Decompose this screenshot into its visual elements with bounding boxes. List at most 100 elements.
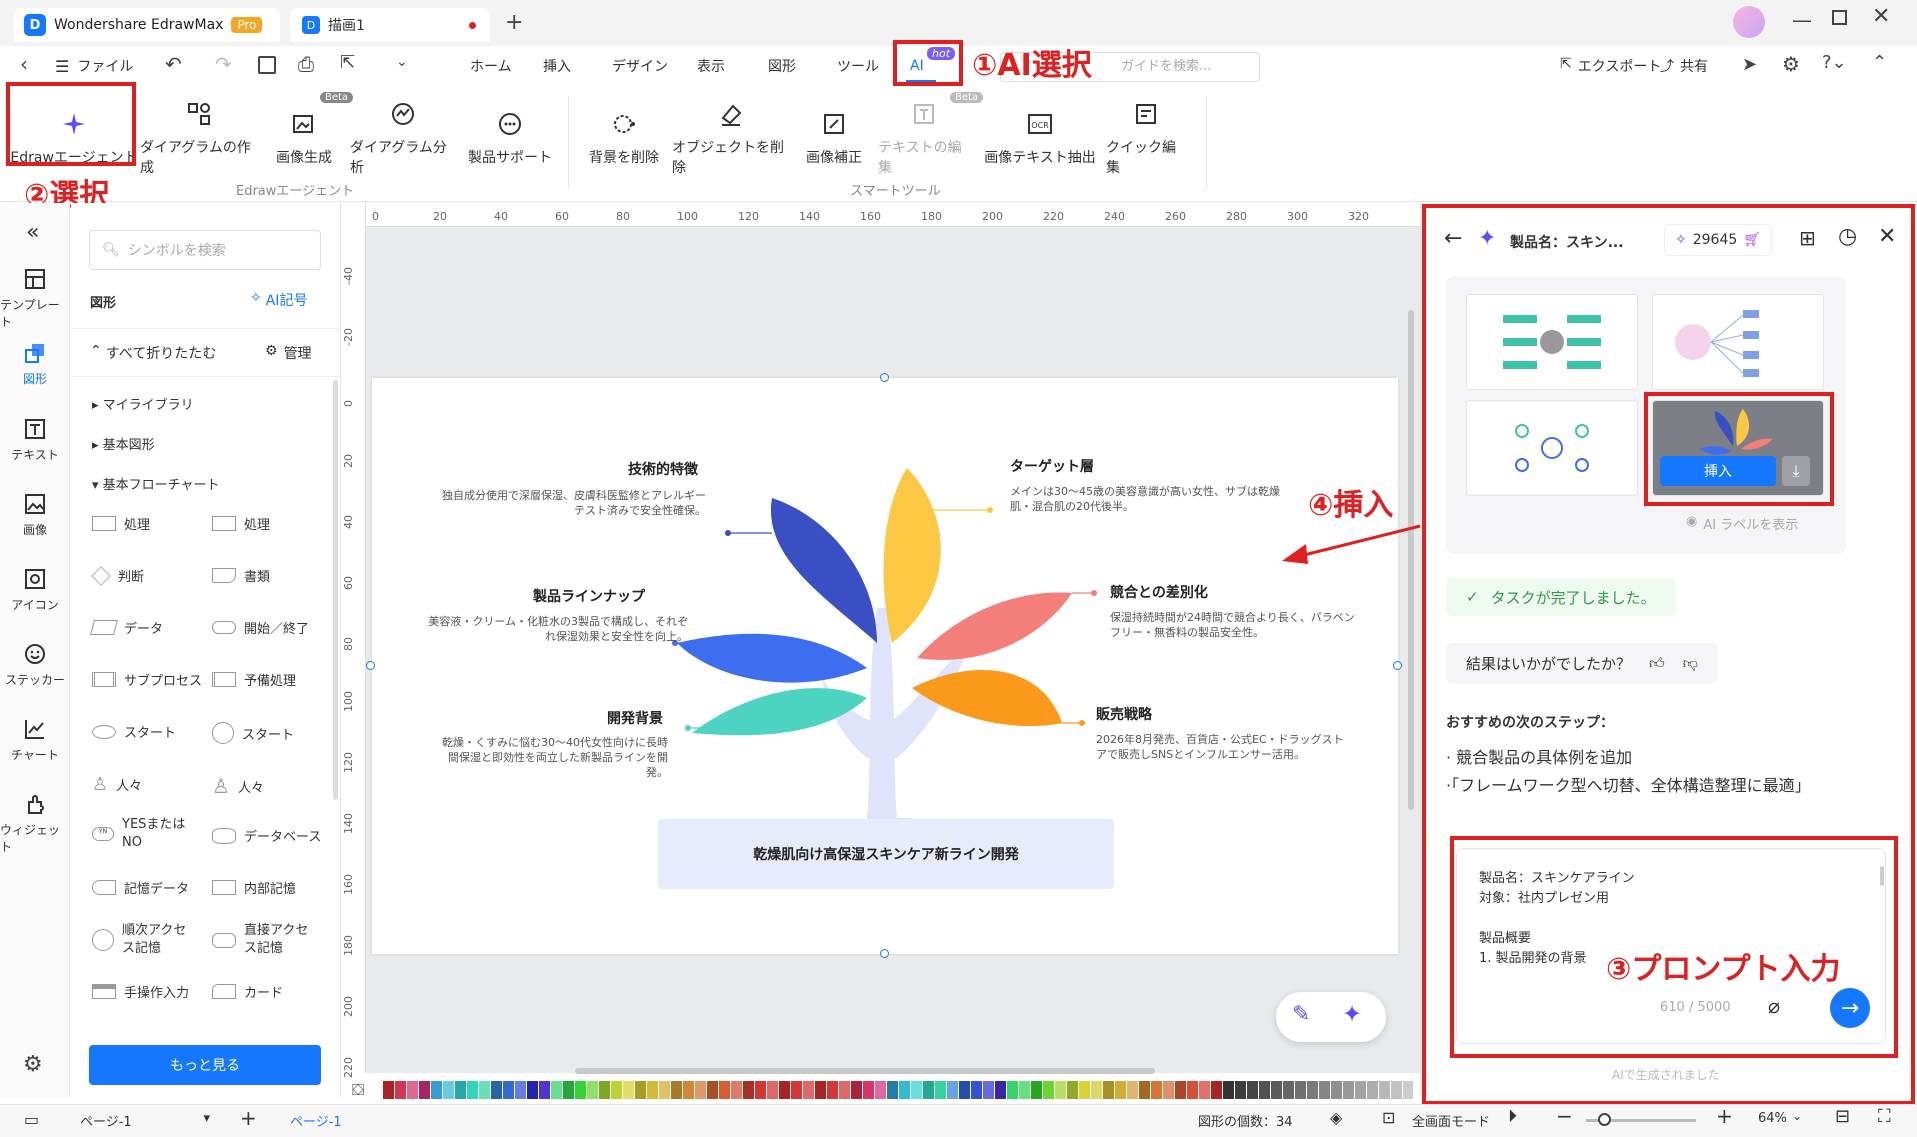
more-dropdown-icon[interactable]: ⌄ [396,54,408,70]
sidebar-charts[interactable]: チャート [0,718,70,763]
color-swatch[interactable] [731,1081,742,1099]
add-page-button[interactable]: + [240,1106,257,1130]
sidebar-shapes[interactable]: 図形 [0,342,70,387]
shape-direct-access[interactable]: 直接アクセス記憶 [212,922,320,958]
page-select[interactable]: ページ-1 ▾ [80,1111,210,1130]
shape-stored-data[interactable]: 記憶データ [92,878,189,897]
color-swatch[interactable] [815,1081,826,1099]
quick-edit-button[interactable]: クイック編集 [1106,84,1186,194]
ai-symbol-button[interactable]: ✧ AI記号 [250,290,307,310]
color-swatch[interactable] [623,1081,634,1099]
more-shapes-button[interactable]: もっと見る [89,1045,321,1085]
color-swatch[interactable] [743,1081,754,1099]
my-library-item[interactable]: ▸ マイライブラリ [92,394,194,413]
color-swatch[interactable] [407,1081,418,1099]
shape-preparation[interactable]: 予備処理 [212,670,296,689]
shape-card[interactable]: カード [212,982,283,1001]
color-swatch[interactable] [1175,1081,1186,1099]
color-swatch[interactable] [1127,1081,1138,1099]
fill-bucket-icon[interactable]: ⛋ [352,1080,364,1100]
color-swatch[interactable] [1091,1081,1102,1099]
color-swatch[interactable] [851,1081,862,1099]
menu-shape[interactable]: 図形 [768,56,796,76]
color-swatch[interactable] [659,1081,670,1099]
product-support-button[interactable]: 製品サポート [460,84,560,194]
basic-flowchart-item[interactable]: ▾ 基本フローチャート [92,474,220,493]
color-swatch[interactable] [695,1081,706,1099]
shape-manual-input[interactable]: 手操作入力 [92,982,189,1001]
zoom-out-button[interactable]: − [1556,1104,1573,1128]
color-swatch[interactable] [1139,1081,1150,1099]
node-desc-target[interactable]: メインは30〜45歳の美容意識が高い女性、サブは乾燥肌・混合肌の20代後半。 [1010,484,1290,514]
color-swatch[interactable] [899,1081,910,1099]
shape-yes-no[interactable]: YN YESまたはNO [92,816,186,852]
color-swatch[interactable] [1319,1081,1330,1099]
node-title-target[interactable]: ターゲット層 [1010,456,1094,476]
zoom-level[interactable]: 64% [1758,1111,1787,1126]
color-swatch[interactable] [1067,1081,1078,1099]
shape-start-oval[interactable]: スタート [92,722,176,741]
color-swatch[interactable] [1187,1081,1198,1099]
color-swatch[interactable] [599,1081,610,1099]
thumbs-up-icon[interactable]: 👍︎ [1649,654,1665,673]
shape-internal-storage[interactable]: 内部記憶 [212,878,296,897]
color-swatch[interactable] [1247,1081,1258,1099]
thumbs-down-icon[interactable]: 👎︎ [1683,654,1698,673]
color-swatch[interactable] [755,1081,766,1099]
sidebar-images[interactable]: 画像 [0,493,70,538]
credits-badge[interactable]: ✧ 29645 🛒︎ [1664,224,1773,256]
node-desc-sales[interactable]: 2026年8月発売、百貨店・公式EC・ドラッグストアで販売しSNSとインフルエン… [1096,732,1346,762]
color-swatch[interactable] [431,1081,442,1099]
collapse-sidebar-icon[interactable]: « [26,220,39,245]
color-swatch[interactable] [1055,1081,1066,1099]
color-swatch[interactable] [1163,1081,1174,1099]
color-swatch[interactable] [671,1081,682,1099]
color-swatch[interactable] [1343,1081,1354,1099]
fit-icon[interactable]: ⊡ [1382,1108,1395,1127]
file-menu[interactable]: ☰ ファイル [55,56,133,76]
color-swatch[interactable] [1019,1081,1030,1099]
color-swatch[interactable] [1295,1081,1306,1099]
color-swatch[interactable] [527,1081,538,1099]
minimize-button[interactable]: — [1792,8,1812,32]
show-ai-labels[interactable]: ◉ AI ラベルを表示 [1686,514,1798,533]
next-step-2[interactable]: ·「フレームワーク型へ切替、全体構造整理に最適」 [1446,772,1846,800]
color-swatch[interactable] [791,1081,802,1099]
color-swatch[interactable] [1367,1081,1378,1099]
color-swatch[interactable] [467,1081,478,1099]
color-swatch[interactable] [479,1081,490,1099]
color-swatch[interactable] [1283,1081,1294,1099]
color-swatch[interactable] [983,1081,994,1099]
menu-design[interactable]: デザイン [612,56,668,76]
menu-home[interactable]: ホーム [470,56,512,76]
settings-icon[interactable]: ⚙ [1782,52,1800,76]
share-button[interactable]: ⤴ 共有 [1660,56,1708,76]
menu-insert[interactable]: 挿入 [543,56,571,76]
color-swatch[interactable] [959,1081,970,1099]
save-icon[interactable] [258,56,276,74]
color-swatch[interactable] [455,1081,466,1099]
fit-window-icon[interactable]: ⛶ [1878,1106,1891,1127]
color-swatch[interactable] [395,1081,406,1099]
menu-view[interactable]: 表示 [697,56,725,76]
color-swatch[interactable] [1223,1081,1234,1099]
diagram-analysis-button[interactable]: ダイアグラム分析 [350,84,456,194]
new-tab-button[interactable]: + [505,10,523,35]
export-quick-icon[interactable]: ⇱ [340,52,355,73]
sidebar-stickers[interactable]: ステッカー [0,643,70,688]
color-swatch[interactable] [827,1081,838,1099]
node-desc-tech[interactable]: 独自成分使用で深層保湿、皮膚科医監修とアレルギーテスト済みで安全性確保。 [436,488,706,518]
color-swatch[interactable] [971,1081,982,1099]
user-avatar[interactable] [1733,6,1765,38]
collapse-all-button[interactable]: ⌃ すべて折りたたむ [90,343,216,363]
shape-database[interactable]: データベース [212,826,321,845]
shape-people[interactable]: ♙ 人々 [92,774,142,795]
history-icon[interactable]: ◷ [1838,224,1857,249]
color-swatch[interactable] [935,1081,946,1099]
color-swatch[interactable] [923,1081,934,1099]
node-desc-lineup[interactable]: 美容液・クリーム・化粧水の3製品で構成し、それぞれ保湿効果と安全性を向上。 [428,614,688,644]
panel-close-icon[interactable]: ✕ [1878,224,1896,249]
send-icon[interactable]: ➤ [1742,54,1757,75]
thumbnail-1[interactable] [1466,294,1638,390]
color-swatch[interactable] [1079,1081,1090,1099]
